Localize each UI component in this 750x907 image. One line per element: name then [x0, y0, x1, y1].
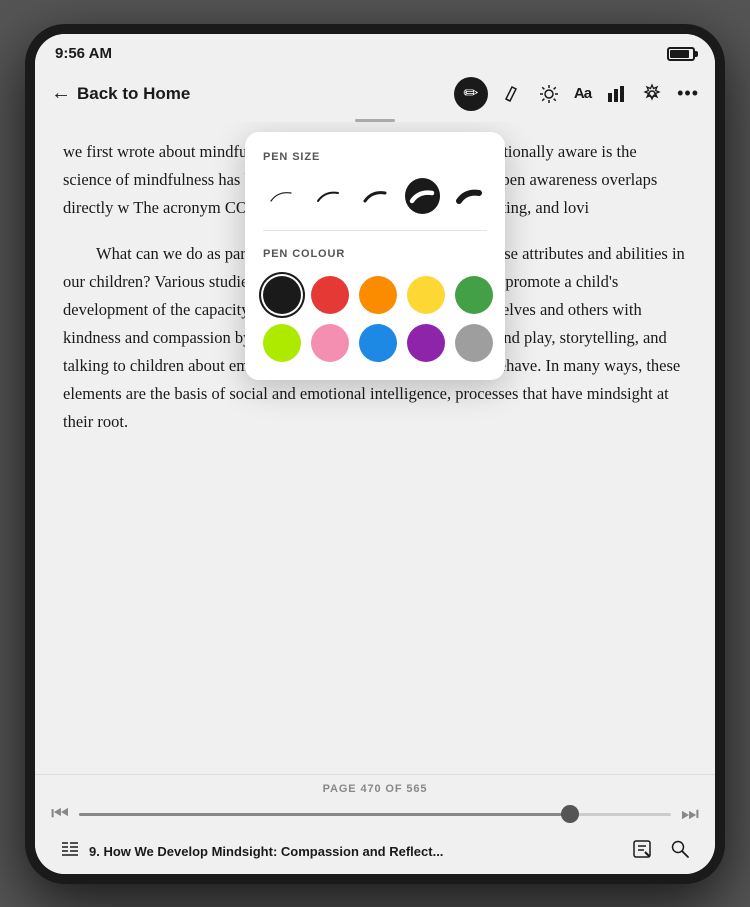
- pen-popup: PEN SIZE: [245, 132, 505, 380]
- pen-tool-button[interactable]: ✏: [454, 77, 488, 111]
- back-label: Back to Home: [77, 84, 190, 104]
- pen-size-md[interactable]: [357, 178, 392, 214]
- progress-track[interactable]: [79, 813, 671, 816]
- pen-size-md-bold[interactable]: [405, 178, 440, 214]
- progress-thumb[interactable]: [561, 805, 579, 823]
- battery-fill: [670, 50, 689, 58]
- more-options-button[interactable]: •••: [677, 83, 699, 104]
- chart-button[interactable]: [605, 83, 627, 105]
- color-orange[interactable]: [359, 276, 397, 314]
- color-red[interactable]: [311, 276, 349, 314]
- status-time: 9:56 AM: [55, 45, 112, 62]
- color-pink[interactable]: [311, 324, 349, 362]
- color-gray[interactable]: [455, 324, 493, 362]
- device-screen: 9:56 AM ← Back to Home ✏: [35, 34, 715, 874]
- pen-colors-grid: [263, 276, 487, 362]
- color-blue[interactable]: [359, 324, 397, 362]
- search-icon[interactable]: [669, 838, 691, 866]
- nav-right-icons: ✏: [454, 77, 699, 111]
- color-lime[interactable]: [263, 324, 301, 362]
- prev-page-button[interactable]: ⏮: [51, 803, 69, 826]
- back-button[interactable]: ← Back to Home: [51, 82, 190, 105]
- battery-icon: [667, 47, 695, 61]
- page-number: PAGE 470 OF 565: [323, 783, 428, 795]
- device-frame: 9:56 AM ← Back to Home ✏: [25, 24, 725, 884]
- color-black[interactable]: [263, 276, 301, 314]
- pen-size-sm[interactable]: [310, 178, 345, 214]
- pen-colour-label: PEN COLOUR: [263, 245, 487, 264]
- eraser-tool-button[interactable]: [502, 83, 524, 105]
- notes-icon[interactable]: [631, 838, 653, 866]
- content-area: we first wrote about mindfulness, the ge…: [35, 122, 715, 774]
- status-bar: 9:56 AM: [35, 34, 715, 70]
- color-green[interactable]: [455, 276, 493, 314]
- back-arrow-icon: ←: [51, 82, 71, 105]
- progress-bar-row: ⏮ ⏭: [51, 803, 699, 826]
- font-button[interactable]: Aa: [574, 85, 591, 102]
- chapter-title: 9. How We Develop Mindsight: Compassion …: [89, 844, 443, 859]
- chapter-info: 9. How We Develop Mindsight: Compassion …: [59, 838, 631, 866]
- page-footer: PAGE 470 OF 565 ⏮ ⏭: [35, 774, 715, 874]
- pen-size-label: PEN SIZE: [263, 148, 487, 167]
- color-yellow[interactable]: [407, 276, 445, 314]
- progress-fill: [79, 813, 570, 816]
- brightness-button[interactable]: [538, 83, 560, 105]
- bottom-nav: 9. How We Develop Mindsight: Compassion …: [51, 834, 699, 870]
- pen-size-xs[interactable]: [263, 178, 298, 214]
- pen-size-lg[interactable]: [452, 178, 487, 214]
- status-right: [667, 47, 695, 61]
- popup-divider: [263, 230, 487, 231]
- toc-icon[interactable]: [59, 838, 81, 866]
- bottom-right-icons: [631, 838, 691, 866]
- color-purple[interactable]: [407, 324, 445, 362]
- next-page-button[interactable]: ⏭: [681, 803, 699, 826]
- pen-sizes-row: [263, 178, 487, 214]
- settings-button[interactable]: [641, 83, 663, 105]
- nav-bar: ← Back to Home ✏: [35, 70, 715, 122]
